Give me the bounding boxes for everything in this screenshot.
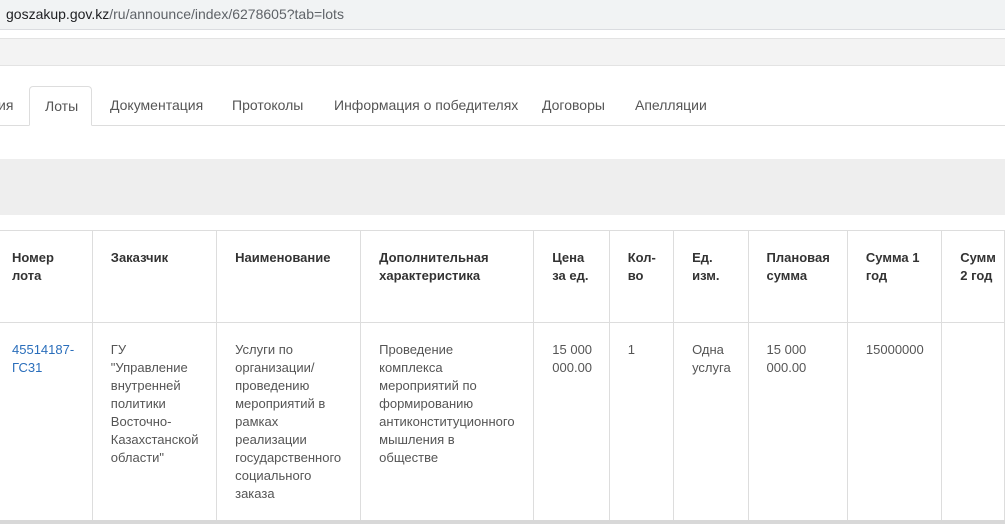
tab-appeals[interactable]: Апелляции <box>635 86 707 125</box>
header-price: Цена за ед. <box>533 230 610 323</box>
cell-price: 15 000 000.00 <box>533 322 610 523</box>
address-bar[interactable]: goszakup.gov.kz/ru/announce/index/627860… <box>0 0 1005 30</box>
header-extra: Дополнительная характеристика <box>360 230 535 323</box>
page-header-strip <box>0 38 1005 66</box>
header-planned: Плановая сумма <box>747 230 848 323</box>
header-customer: Заказчик <box>91 230 218 323</box>
announce-tabs: ия Лоты Документация Протоколы Информаци… <box>0 86 1005 126</box>
header-year1: Сумма 1 год <box>846 230 943 323</box>
table-row: 45514187- ГС31 ГУ "Управление внутренней… <box>0 322 1005 523</box>
tab-winners[interactable]: Информация о победителях <box>334 86 518 125</box>
horizontal-scrollbar[interactable] <box>0 520 1005 524</box>
table-header-row: Номер лота Заказчик Наименование Дополни… <box>0 230 1005 323</box>
lots-table: Номер лота Заказчик Наименование Дополни… <box>0 230 1005 523</box>
url-host: goszakup.gov.kz <box>6 6 110 22</box>
cell-planned: 15 000 000.00 <box>747 322 848 523</box>
header-name: Наименование <box>216 230 362 323</box>
cell-unit: Одна услуга <box>673 322 749 523</box>
cell-year2 <box>941 322 1005 523</box>
cell-extra: Проведение комплекса мероприятий по форм… <box>360 322 535 523</box>
tab-documentation[interactable]: Документация <box>110 86 203 125</box>
header-year2: Сумм 2 год <box>941 230 1005 323</box>
cell-customer: ГУ "Управление внутренней политики Восто… <box>91 322 218 523</box>
header-lot-number: Номер лота <box>0 230 93 323</box>
header-unit: Ед. изм. <box>673 230 749 323</box>
url-path: /ru/announce/index/6278605?tab=lots <box>109 6 344 22</box>
cell-lot-number: 45514187- ГС31 <box>0 322 93 523</box>
lot-number-link[interactable]: 45514187- ГС31 <box>12 342 74 375</box>
tab-protocols[interactable]: Протоколы <box>232 86 303 125</box>
tab-lots[interactable]: Лоты <box>29 86 92 126</box>
cell-qty: 1 <box>608 322 675 523</box>
tab-general[interactable]: ия <box>0 86 13 125</box>
cell-name: Услуги по организации/ проведению меропр… <box>216 322 362 523</box>
filter-band <box>0 159 1005 215</box>
cell-year1: 15000000 <box>846 322 943 523</box>
header-qty: Кол- во <box>608 230 675 323</box>
tab-contracts[interactable]: Договоры <box>542 86 605 125</box>
